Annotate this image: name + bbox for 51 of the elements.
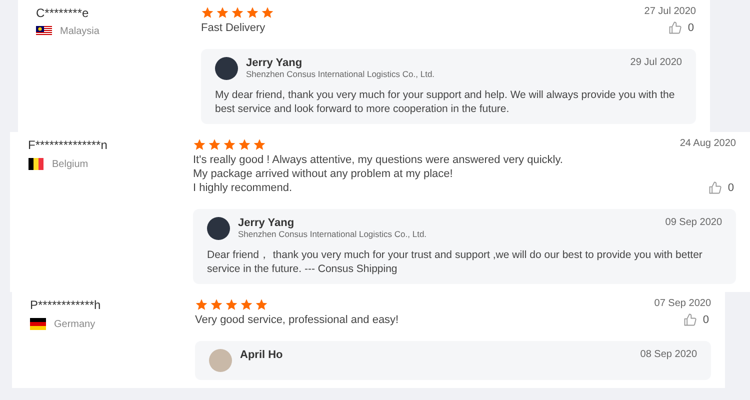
flag-icon <box>28 158 44 170</box>
replier-name: Jerry Yang <box>246 57 304 69</box>
star-icon <box>216 6 229 19</box>
reviewer-name: P************h <box>30 298 102 312</box>
review-text: Fast Delivery <box>201 21 266 35</box>
avatar <box>209 349 232 372</box>
star-icon <box>225 298 238 311</box>
star-icon <box>253 138 266 151</box>
star-icon <box>223 138 236 151</box>
star-icon <box>210 298 223 311</box>
review-date: 07 Sep 2020 <box>654 298 711 309</box>
reply-date: 08 Sep 2020 <box>640 349 697 360</box>
star-icon <box>255 298 268 311</box>
thumbs-up-icon[interactable] <box>682 313 697 327</box>
star-icon <box>231 6 244 19</box>
thumbs-up-icon[interactable] <box>708 181 722 195</box>
reply-text: Dear friend， thank you very much for your trust and support ,we will do our best to provide you with better service in the future. --- Consus Shipping <box>207 248 704 276</box>
replier-name: April Ho <box>240 349 284 361</box>
review-text: I highly recommend. <box>193 181 294 195</box>
like-count: 0 <box>702 314 709 326</box>
reply-date: 09 Sep 2020 <box>665 217 722 228</box>
review-date: 27 Jul 2020 <box>644 6 696 17</box>
star-icon <box>240 298 253 311</box>
reviewer-name: C********e <box>36 6 90 20</box>
country-name: Malaysia <box>60 26 100 37</box>
avatar <box>207 217 230 240</box>
star-icon <box>195 298 208 311</box>
star-icon <box>201 6 214 19</box>
company-name: Shenzhen Consus International Logistics Co., Ltd. <box>238 229 428 239</box>
reviewer-name: F**************n <box>28 138 108 152</box>
reply-date: 29 Jul 2020 <box>630 57 682 68</box>
review-text: Very good service, professional and easy! <box>195 313 399 327</box>
reply-text: My dear friend, thank you very much for your support and help. We will always provide you with the best service and look forward to more cooperation in the future. <box>215 88 676 116</box>
like-count: 0 <box>728 182 734 194</box>
country-name: Germany <box>54 318 96 330</box>
review-text: It's really good ! Always attentive, my questions were answered very quickly. <box>193 153 563 167</box>
star-icon <box>261 6 274 19</box>
review-date: 24 Aug 2020 <box>680 138 736 149</box>
review-text: My package arrived without any problem at my place! <box>193 167 454 181</box>
star-icon <box>208 138 221 151</box>
avatar <box>215 57 238 80</box>
star-icon <box>238 138 251 151</box>
company-name: Shenzhen Consus International Logistics Co., Ltd. <box>246 69 436 79</box>
like-count: 0 <box>688 22 694 34</box>
flag-icon <box>30 318 46 330</box>
thumbs-up-icon[interactable] <box>668 21 682 35</box>
star-icon <box>193 138 206 151</box>
flag-icon <box>36 26 52 37</box>
country-name: Belgium <box>52 158 88 170</box>
star-icon <box>246 6 259 19</box>
replier-name: Jerry Yang <box>238 217 296 229</box>
